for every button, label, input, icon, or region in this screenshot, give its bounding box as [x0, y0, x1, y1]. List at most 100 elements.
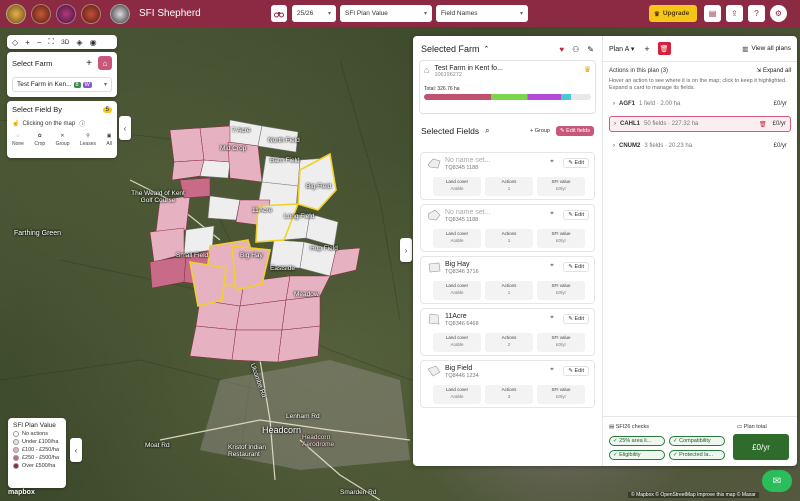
action-row-highlighted[interactable]: › CAHL1 50 fields · 227.32 ha 🗑 £0/yr: [609, 116, 791, 132]
export-icon[interactable]: ⇪: [726, 5, 743, 22]
metric-select[interactable]: SFI Plan Value ▾: [340, 5, 432, 22]
plan-select[interactable]: Plan A ▾: [609, 45, 634, 53]
settings-icon[interactable]: ⚙: [770, 5, 787, 22]
sfi-value-stat: SFI value £0/yr: [537, 385, 585, 404]
document-icon[interactable]: ▤: [704, 5, 721, 22]
map-field-label: Long Field: [284, 213, 315, 220]
field-card[interactable]: No name set... TQ8345 1188 ⌖ ✎ Edit Land…: [420, 204, 595, 252]
locate-icon[interactable]: ⌖: [550, 314, 554, 322]
locate-icon[interactable]: ⌖: [550, 262, 554, 270]
check-chip[interactable]: ✓ Protected la...: [669, 450, 725, 460]
search-icon[interactable]: ⌕: [485, 126, 489, 136]
map-field-label: Big Hay: [240, 252, 263, 259]
farm-dropdown[interactable]: Test Farm in Ken... 8 W ▾: [12, 77, 112, 92]
mode-all[interactable]: ▣ All: [106, 133, 112, 147]
map-field-label: Meadow: [294, 291, 319, 298]
mode-none[interactable]: ◌ None: [12, 133, 24, 147]
actions-stat: Actions 1: [485, 229, 533, 248]
field-card[interactable]: 11Acre TQ8346 6468 ⌖ ✎ Edit Land cover Ar…: [420, 308, 595, 356]
check-chip[interactable]: ✓ Eligibility: [609, 450, 665, 460]
check-chip[interactable]: ✓ 25% area li...: [609, 436, 665, 446]
all-icon: ▣: [106, 133, 112, 139]
delete-plan-icon[interactable]: 🗑: [657, 42, 671, 55]
farm-avatar[interactable]: [56, 3, 76, 24]
locate-icon[interactable]: ⌖: [550, 158, 554, 166]
field-shape-icon: [427, 365, 441, 377]
chevron-down-icon: ▾: [630, 45, 635, 53]
binoculars-icon[interactable]: [271, 5, 287, 22]
farm-avatar[interactable]: [6, 3, 26, 24]
mapbox-logo: mapbox: [8, 489, 35, 496]
action-row[interactable]: › AGF1 1 field · 2.00 ha £0/yr: [609, 96, 791, 112]
edit-field-button[interactable]: ✎ Edit: [563, 210, 589, 220]
zoom-in-icon[interactable]: +: [25, 38, 30, 47]
compass-icon[interactable]: ◇: [12, 38, 18, 47]
year-select[interactable]: 25/26 ▾: [292, 5, 336, 22]
help-icon[interactable]: ?: [748, 5, 765, 22]
mode-leases[interactable]: ⚲ Leases: [80, 133, 96, 147]
app-title: SFI Shepherd: [139, 8, 201, 19]
toggle-3d-button[interactable]: 3D: [61, 39, 69, 46]
upgrade-button[interactable]: ♛ Upgrade: [649, 5, 697, 22]
selected-farm-card[interactable]: ⌂ Test Farm in Kent fo... 106196272 ♛ To…: [419, 60, 596, 114]
farm-dropdown-value: Test Farm in Ken...: [17, 81, 72, 88]
actions-stat: Actions 1: [485, 281, 533, 300]
farm-avatar[interactable]: [31, 3, 51, 24]
expand-panel-button[interactable]: ›: [400, 238, 412, 262]
view-all-plans-button[interactable]: ▥ View all plans: [742, 45, 791, 53]
chevron-up-icon[interactable]: ⌃: [484, 45, 490, 53]
edit-fields-button[interactable]: ✎ Edit fields: [556, 126, 594, 136]
plan-total-value: £0/yr: [733, 434, 789, 460]
labels-value: Field Names: [441, 10, 478, 17]
fullscreen-icon[interactable]: ⛶: [49, 37, 55, 47]
farm-id: 106196272: [434, 72, 462, 78]
lease-icon: ⚲: [86, 133, 90, 139]
info-icon[interactable]: ⓘ: [79, 119, 85, 128]
edit-icon[interactable]: ✎: [587, 45, 594, 54]
farm-plan-panel: Selected Farm ⌃ ♥ ⚇ ✎ ⌂ Test Farm in Ken…: [413, 36, 797, 466]
locate-icon[interactable]: ⌖: [550, 366, 554, 374]
field-card[interactable]: Big Field TQ8446 1234 ⌖ ✎ Edit Land cove…: [420, 360, 595, 408]
check-chip[interactable]: ✓ Compatibility: [669, 436, 725, 446]
actions-title: Actions in this plan (3): [609, 67, 669, 74]
layers-icon[interactable]: ◈: [76, 38, 82, 47]
selected-fields-title: Selected Fields: [421, 126, 480, 136]
labels-select[interactable]: Field Names ▾: [436, 5, 528, 22]
chat-icon[interactable]: ✉: [762, 470, 792, 492]
zoom-out-icon[interactable]: −: [37, 38, 42, 47]
map-attribution[interactable]: © Mapbox © OpenStreetMap Improve this ma…: [628, 492, 759, 498]
collapse-left-panel-button[interactable]: ‹: [119, 116, 131, 140]
mode-crop[interactable]: ✿ Crop: [34, 133, 45, 147]
camera-icon[interactable]: ◉: [90, 38, 97, 47]
field-name: Big Hay: [445, 261, 470, 268]
action-row[interactable]: › CNUM2 3 fields · 20.23 ha £0/yr: [609, 138, 791, 154]
collapse-legend-button[interactable]: ‹: [70, 438, 82, 462]
locate-icon[interactable]: ⌖: [550, 210, 554, 218]
user-avatar[interactable]: [110, 3, 130, 24]
farm-home-icon[interactable]: ⌂: [98, 56, 112, 70]
expand-all-button[interactable]: ⇲ Expand all: [756, 67, 791, 74]
map-controls: ◇ + − ⛶ 3D ◈ ◉: [7, 35, 117, 49]
field-card[interactable]: Big Hay TQ8346 3716 ⌖ ✎ Edit Land cover A…: [420, 256, 595, 304]
chevron-down-icon: ▾: [327, 11, 331, 17]
field-card[interactable]: No name set... TQ8345 1188 ⌖ ✎ Edit Land…: [420, 152, 595, 200]
group-button[interactable]: + Group: [530, 128, 550, 134]
users-icon[interactable]: ⚇: [572, 45, 579, 54]
select-mode-subtitle: Clicking on the map: [22, 120, 76, 127]
map-field-label: 11Acre: [252, 207, 273, 214]
edit-field-button[interactable]: ✎ Edit: [563, 158, 589, 168]
add-farm-icon[interactable]: +: [86, 58, 92, 69]
edit-field-button[interactable]: ✎ Edit: [563, 262, 589, 272]
land-use-bar: [424, 94, 591, 100]
edit-field-button[interactable]: ✎ Edit: [563, 366, 589, 376]
mode-group[interactable]: ✕ Group: [56, 133, 70, 147]
edit-field-button[interactable]: ✎ Edit: [563, 314, 589, 324]
wallet-icon: ▭: [737, 424, 743, 430]
heart-icon[interactable]: ♥: [559, 45, 564, 54]
town-label: Headcorn: [262, 425, 302, 435]
add-plan-icon[interactable]: +: [644, 44, 649, 54]
chevron-down-icon: ▾: [423, 11, 427, 17]
select-field-by-title: Select Field By: [12, 105, 63, 114]
check-icon: ✓: [613, 452, 618, 458]
farm-avatar[interactable]: [81, 3, 101, 24]
